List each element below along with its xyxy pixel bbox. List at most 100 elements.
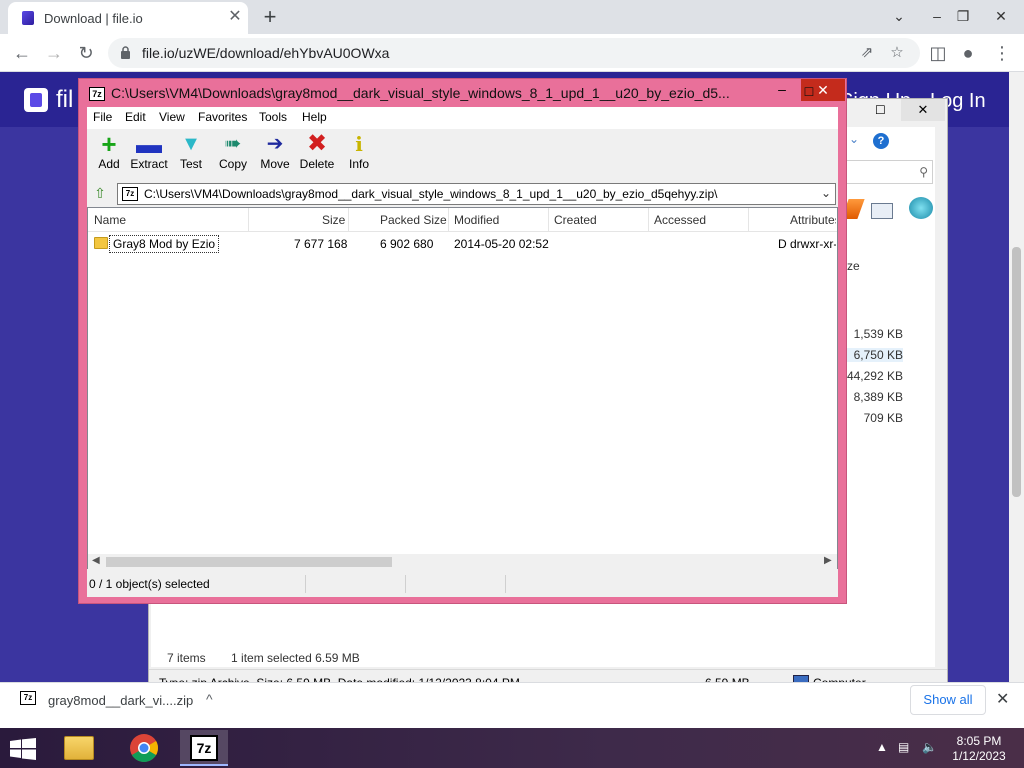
- test-button[interactable]: ▼ Test: [169, 133, 213, 179]
- column-divider: [348, 208, 349, 232]
- back-arrow-icon[interactable]: ←: [8, 39, 36, 67]
- file-size: 709 KB: [863, 411, 903, 425]
- test-icon: ▼: [181, 133, 201, 155]
- move-button[interactable]: ➔ Move: [253, 133, 297, 179]
- close-window-button[interactable]: ✕: [984, 4, 1018, 28]
- restore-button[interactable]: ❐: [946, 4, 980, 28]
- col-modified[interactable]: Modified: [454, 213, 499, 227]
- copy-icon: ➠: [224, 133, 242, 155]
- explorer-shell-icon[interactable]: [909, 197, 933, 219]
- taskbar: 7z ▲ ▤ 🔈 8:05 PM 1/12/2023: [0, 728, 1024, 768]
- volume-icon[interactable]: 🔈: [922, 740, 937, 754]
- download-options-caret[interactable]: ^: [206, 691, 213, 707]
- show-all-button[interactable]: Show all: [910, 685, 986, 715]
- row-name[interactable]: Gray8 Mod by Ezio: [109, 235, 220, 253]
- tab-file-io[interactable]: Download | file.io ✕: [8, 2, 248, 34]
- minimize-button[interactable]: –: [771, 81, 793, 101]
- download-item[interactable]: gray8mod__dark_vi....zip: [48, 693, 193, 708]
- scrollbar-thumb[interactable]: [106, 557, 392, 567]
- info-icon: i: [355, 132, 363, 156]
- explorer-search-input[interactable]: ⚲: [845, 160, 933, 184]
- scroll-left-icon[interactable]: ◀: [92, 555, 100, 566]
- col-packed-size[interactable]: Packed Size: [380, 213, 447, 227]
- menu-file[interactable]: File: [93, 110, 112, 124]
- site-brand[interactable]: fil: [56, 86, 73, 114]
- col-accessed[interactable]: Accessed: [654, 213, 706, 227]
- explorer-view-icon[interactable]: [871, 203, 893, 219]
- new-tab-button[interactable]: +: [258, 5, 282, 29]
- menu-tools[interactable]: Tools: [259, 110, 287, 124]
- 7zip-icon: 7z: [190, 735, 218, 761]
- address-row: ⇧ 7z C:\Users\VM4\Downloads\gray8mod__da…: [87, 181, 838, 207]
- row-packed-size: 6 902 680: [380, 237, 434, 251]
- download-bar-close-icon[interactable]: ✕: [996, 689, 1009, 709]
- file-io-logo-icon[interactable]: [24, 88, 48, 112]
- move-icon: ➔: [266, 133, 284, 155]
- copy-label: Copy: [218, 157, 247, 171]
- file-explorer-taskbar-button[interactable]: [56, 730, 104, 766]
- info-button[interactable]: i Info: [337, 133, 381, 179]
- 7zip-toolbar: + Add ▬ Extract ▼ Test ➠ Copy ➔ Move ✖ D…: [87, 129, 838, 181]
- scroll-right-icon[interactable]: ▶: [824, 555, 832, 566]
- tab-close-icon[interactable]: ✕: [226, 8, 244, 26]
- col-created[interactable]: Created: [554, 213, 597, 227]
- copy-button[interactable]: ➠ Copy: [211, 133, 255, 179]
- explorer-scrollbar[interactable]: [935, 127, 947, 667]
- up-folder-icon[interactable]: ⇧: [91, 185, 109, 203]
- column-divider: [548, 208, 549, 232]
- tab-search-button[interactable]: ⌄: [882, 4, 916, 28]
- path-combobox[interactable]: 7z C:\Users\VM4\Downloads\gray8mod__dark…: [117, 183, 836, 205]
- 7zip-taskbar-button[interactable]: 7z: [180, 730, 228, 766]
- windows-start-icon[interactable]: [10, 738, 36, 760]
- table-row[interactable]: Gray8 Mod by Ezio 7 677 168 6 902 680 20…: [88, 234, 837, 254]
- address-bar[interactable]: file.io/uzWE/download/ehYbvAU0OWxa ⇗ ☆: [108, 38, 920, 68]
- row-attributes: D drwxr-xr-: [778, 237, 836, 251]
- lock-icon: [121, 46, 130, 59]
- clock-date: 1/12/2023: [952, 749, 1006, 763]
- explorer-dropdown-icon[interactable]: ⌄: [849, 132, 865, 146]
- maximize-button[interactable]: ☐: [798, 82, 820, 102]
- delete-button[interactable]: ✖ Delete: [295, 132, 339, 179]
- search-icon: ⚲: [919, 165, 928, 179]
- col-name[interactable]: Name: [94, 213, 126, 227]
- items-count: 7 items: [167, 651, 206, 665]
- tray-expand-icon[interactable]: ▲: [876, 740, 888, 754]
- network-icon[interactable]: ▤: [898, 740, 909, 754]
- chrome-taskbar-button[interactable]: [120, 730, 168, 766]
- share-icon[interactable]: ⇗: [856, 43, 878, 63]
- menu-favorites[interactable]: Favorites: [198, 110, 247, 124]
- explorer-close-button[interactable]: ✕: [901, 99, 945, 121]
- menu-help[interactable]: Help: [302, 110, 327, 124]
- column-divider: [248, 208, 249, 232]
- column-headers: Name Size Packed Size Modified Created A…: [88, 208, 837, 232]
- more-menu-icon[interactable]: ⋮: [988, 39, 1016, 67]
- menu-view[interactable]: View: [159, 110, 185, 124]
- zip-file-icon: 7z: [20, 691, 36, 705]
- page-scrollbar-thumb[interactable]: [1012, 247, 1021, 497]
- file-size-selected: 6,750 KB: [843, 348, 903, 362]
- folder-icon: [64, 736, 94, 760]
- file-list[interactable]: Name Size Packed Size Modified Created A…: [87, 207, 838, 570]
- explorer-maximize-button[interactable]: ☐: [875, 103, 886, 117]
- window-title: C:\Users\VM4\Downloads\gray8mod__dark_vi…: [111, 85, 730, 101]
- help-icon[interactable]: ?: [873, 133, 889, 149]
- forward-arrow-icon[interactable]: →: [40, 39, 68, 67]
- page-scrollbar[interactable]: [1009, 72, 1024, 682]
- col-attributes[interactable]: Attributes: [790, 213, 836, 227]
- add-icon: +: [101, 129, 117, 159]
- reload-icon[interactable]: ↻: [72, 39, 100, 67]
- clock[interactable]: 8:05 PM 1/12/2023: [946, 734, 1012, 764]
- clock-time: 8:05 PM: [956, 734, 1002, 748]
- bookmark-star-icon[interactable]: ☆: [886, 43, 908, 63]
- col-size[interactable]: Size: [322, 213, 345, 227]
- horizontal-scrollbar[interactable]: ◀ ▶: [88, 554, 837, 570]
- extract-button[interactable]: ▬ Extract: [127, 131, 171, 179]
- tab-title: Download | file.io: [44, 11, 143, 26]
- folder-icon: [94, 237, 108, 249]
- add-button[interactable]: + Add: [87, 129, 131, 179]
- chevron-down-icon[interactable]: ⌄: [821, 186, 831, 200]
- status-divider: [505, 575, 506, 593]
- side-panel-icon[interactable]: ◫: [924, 39, 952, 67]
- menu-edit[interactable]: Edit: [125, 110, 146, 124]
- profile-avatar-icon[interactable]: ●: [954, 39, 982, 67]
